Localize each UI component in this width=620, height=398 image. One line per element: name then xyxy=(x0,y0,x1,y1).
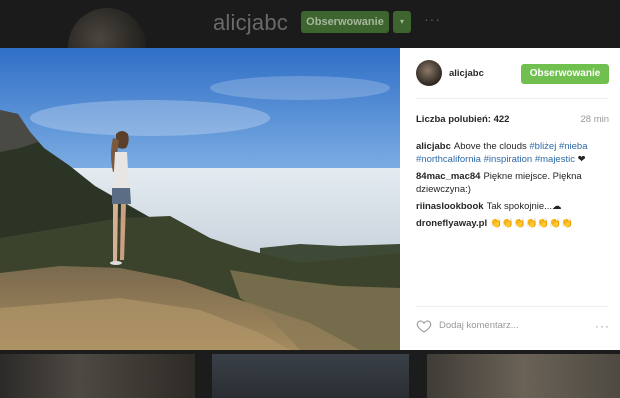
background-dropdown-button: ▾ xyxy=(393,11,411,33)
list-item: droneflyaway.pl 👏👏👏👏👏👏👏 xyxy=(416,217,612,230)
background-more-icon: ··· xyxy=(424,11,441,27)
like-count[interactable]: Liczba polubień: 422 xyxy=(416,114,509,125)
list-item: riinaslookbook Tak spokojnie...☁ xyxy=(416,200,612,213)
background-thumbnail xyxy=(427,354,620,398)
divider xyxy=(416,98,609,99)
more-options-icon[interactable]: ··· xyxy=(595,319,610,333)
like-heart-icon[interactable] xyxy=(416,318,432,334)
avatar[interactable] xyxy=(416,60,442,86)
post-photo xyxy=(0,48,400,350)
background-follow-button: Obserwowanie xyxy=(301,11,389,33)
hashtag-link[interactable]: #bliżej xyxy=(529,141,556,152)
comment-input[interactable]: Dodaj komentarz... xyxy=(439,320,519,331)
hashtag-link[interactable]: #northcalifornia xyxy=(416,154,481,165)
post-details-panel: alicjabc Obserwowanie Liczba polubień: 4… xyxy=(400,48,620,350)
list-item: 84mac_mac84 Piękne miejsce. Piękna dziewc… xyxy=(416,170,612,196)
background-thumbnail xyxy=(212,354,409,398)
comment-author[interactable]: riinaslookbook xyxy=(416,201,484,212)
hashtag-link[interactable]: #majestic xyxy=(535,154,575,165)
background-thumbnail xyxy=(0,354,195,398)
comment-text: 👏👏👏👏👏👏👏 xyxy=(490,218,573,229)
comment-text: Tak spokojnie...☁ xyxy=(486,201,562,212)
hashtag-link[interactable]: #nieba xyxy=(559,141,588,152)
comment-list: alicjabc Above the clouds #bliżej #nieba … xyxy=(416,140,612,234)
background-username: alicjabc xyxy=(213,10,288,35)
comment-author[interactable]: 84mac_mac84 xyxy=(416,171,480,182)
caption: alicjabc Above the clouds #bliżej #nieba … xyxy=(416,140,612,166)
divider xyxy=(416,306,609,307)
heart-emoji-icon: ❤ xyxy=(577,154,586,165)
hashtag-link[interactable]: #inspiration xyxy=(484,154,533,165)
follow-button[interactable]: Obserwowanie xyxy=(521,64,609,84)
post-author-username[interactable]: alicjabc xyxy=(449,68,484,79)
comment-author[interactable]: droneflyaway.pl xyxy=(416,218,487,229)
caption-text: Above the clouds xyxy=(453,141,527,152)
post-photo-image xyxy=(0,48,400,350)
comment-bar: Dodaj komentarz... ··· xyxy=(416,316,612,336)
comment-author[interactable]: alicjabc xyxy=(416,141,451,152)
post-timestamp[interactable]: 28 min xyxy=(580,114,609,125)
background-thumbnail-row xyxy=(0,354,620,398)
